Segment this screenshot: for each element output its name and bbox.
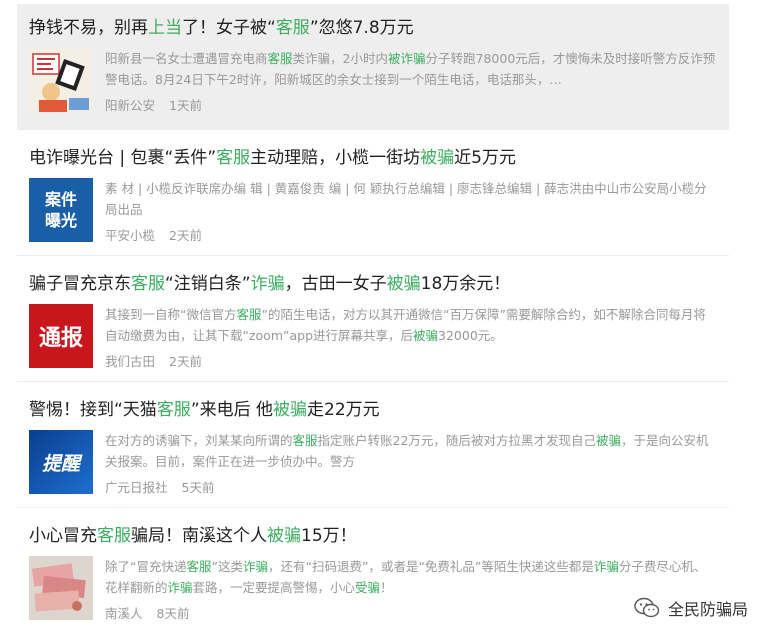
keyword-highlight: 客服: [216, 148, 251, 168]
article-time: 1天前: [169, 98, 202, 113]
keyword-highlight: 被骗: [413, 328, 439, 343]
article-title[interactable]: 挣钱不易，别再上当了！女子被“客服”忽悠7.8万元: [29, 16, 717, 40]
text-segment: 了！女子被“: [182, 18, 276, 38]
text-segment: 类诈骗，2小时内: [292, 51, 388, 66]
article-source[interactable]: 广元日报社: [105, 480, 168, 495]
keyword-highlight: 诈骗: [167, 580, 193, 595]
article-item[interactable]: 挣钱不易，别再上当了！女子被“客服”忽悠7.8万元 阳新县一名女士遭遇冒充电商客…: [17, 4, 729, 130]
article-title[interactable]: 电诈曝光台 | 包裹“丢件”客服主动理赔，小榄一街坊被骗近5万元: [29, 146, 717, 170]
article-source[interactable]: 我们古田: [105, 354, 155, 369]
article-item[interactable]: 小心冒充客服骗局！南溪这个人被骗15万！ 除了“冒充快递客服”这类诈骗，还有“扫…: [17, 508, 729, 632]
article-title[interactable]: 警惕！接到“天猫客服”来电后 他被骗走22万元: [29, 398, 717, 422]
article-summary: 其接到一自称“微信官方客服”的陌生电话，对方以其开通微信“百万保障”需要解除合约…: [105, 304, 717, 346]
thumbnail-text: 提醒: [41, 452, 80, 475]
text-segment: 32000元。: [438, 328, 503, 343]
text-segment: 除了“冒充快递: [105, 559, 187, 574]
article-summary: 素 材 | 小榄反诈联席办编 辑 | 黄嘉俊责 编 | 何 颖执行总编辑 | 廖…: [105, 178, 717, 220]
article-thumbnail[interactable]: [29, 556, 93, 620]
text-segment: ，古田一女子: [284, 274, 387, 294]
text-segment: ”忽悠7.8万元: [309, 18, 414, 38]
article-summary: 在对方的诱骗下，刘某某向所谓的客服指定账户转账22万元，随后被对方拉黑才发现自己…: [105, 430, 717, 472]
article-source[interactable]: 平安小榄: [105, 228, 155, 243]
text-segment: 骗局！南溪这个人: [131, 526, 267, 546]
keyword-highlight: 客服: [275, 18, 310, 38]
article-thumbnail[interactable]: 通报: [29, 304, 93, 368]
article-source[interactable]: 南溪人: [105, 606, 143, 621]
keyword-highlight: 诈骗: [242, 559, 268, 574]
text-segment: ”来电后 他: [190, 400, 274, 420]
keyword-highlight: 被骗: [267, 526, 301, 546]
keyword-highlight: 客服: [236, 307, 262, 322]
text-segment: ，还有“扫码退费”，或者是“免费礼品”等陌生快递这些都是: [268, 559, 594, 574]
article-source[interactable]: 阳新公安: [105, 98, 155, 113]
keyword-highlight: 被骗: [420, 148, 455, 168]
text-segment: ！: [380, 580, 393, 595]
text-segment: 走22万元: [307, 400, 380, 420]
keyword-highlight: 诈骗: [250, 274, 285, 294]
article-title[interactable]: 小心冒充客服骗局！南溪这个人被骗15万！: [29, 524, 717, 548]
article-item[interactable]: 电诈曝光台 | 包裹“丢件”客服主动理赔，小榄一街坊被骗近5万元 案件 曝光 素…: [17, 130, 729, 256]
text-segment: 警惕！接到“天猫: [29, 400, 157, 420]
keyword-highlight: 客服: [131, 274, 165, 294]
keyword-highlight: 客服: [156, 400, 191, 420]
thumbnail-text: 案件 曝光: [44, 190, 77, 230]
wechat-icon: [634, 597, 660, 618]
text-segment: 小心冒充: [29, 526, 97, 546]
article-item[interactable]: 警惕！接到“天猫客服”来电后 他被骗走22万元 提醒 在对方的诱骗下，刘某某向所…: [17, 382, 729, 508]
text-segment: 主动理赔，小榄一街坊: [250, 148, 421, 168]
text-segment: 挣钱不易，别再: [29, 18, 148, 38]
text-segment: 其接到一自称“微信官方: [105, 307, 237, 322]
text-segment: 近5万元: [454, 148, 516, 168]
article-time: 5天前: [181, 480, 215, 495]
article-meta: 阳新公安 1天前: [105, 97, 717, 115]
search-results-list: 挣钱不易，别再上当了！女子被“客服”忽悠7.8万元 阳新县一名女士遭遇冒充电商客…: [17, 4, 729, 632]
article-time: 2天前: [169, 228, 202, 243]
article-meta: 我们古田 2天前: [105, 353, 717, 371]
article-thumbnail[interactable]: [29, 48, 93, 112]
text-segment: 骗子冒充京东: [29, 274, 131, 294]
keyword-highlight: 被骗: [595, 433, 621, 448]
keyword-highlight: 被诈骗: [388, 51, 426, 66]
keyword-highlight: 客服: [292, 433, 318, 448]
article-thumbnail[interactable]: 案件 曝光: [29, 178, 93, 242]
article-time: 2天前: [169, 354, 202, 369]
text-segment: 套路，一定要提高警惕，小心: [192, 580, 356, 595]
article-thumbnail[interactable]: 提醒: [29, 430, 93, 494]
article-time: 8天前: [156, 606, 190, 621]
keyword-highlight: 客服: [97, 526, 131, 546]
text-segment: 在对方的诱骗下，刘某某向所谓的: [105, 433, 293, 448]
thumbnail-text: 通报: [38, 326, 83, 351]
text-segment: 15万！: [301, 526, 357, 546]
keyword-highlight: 客服: [267, 51, 293, 66]
watermark: 全民防骗局: [634, 596, 748, 620]
text-segment: 阳新县一名女士遭遇冒充电商: [105, 51, 268, 66]
text-segment: “注销白条”: [165, 274, 251, 294]
keyword-highlight: 客服: [186, 559, 212, 574]
text-segment: 指定账户转账22万元，随后被对方拉黑才发现自己: [317, 433, 596, 448]
article-meta: 南溪人 8天前: [105, 605, 717, 623]
text-segment: 18万余元！: [420, 274, 511, 294]
article-title[interactable]: 骗子冒充京东客服“注销白条”诈骗，古田一女子被骗18万余元！: [29, 272, 717, 296]
keyword-highlight: 上当: [148, 18, 182, 38]
text-segment: 素 材 | 小榄反诈联席办编 辑 | 黄嘉俊责 编 | 何 颖执行总编辑 | 廖…: [105, 181, 707, 217]
keyword-highlight: 诈骗: [593, 559, 619, 574]
keyword-highlight: 被骗: [386, 274, 421, 294]
article-summary: 阳新县一名女士遭遇冒充电商客服类诈骗，2小时内被诈骗分子转跑78000元后，才懊…: [105, 48, 717, 90]
text-segment: ”这类: [211, 559, 243, 574]
watermark-text: 全民防骗局: [667, 600, 748, 619]
article-meta: 广元日报社 5天前: [105, 479, 717, 497]
text-segment: 电诈曝光台 | 包裹“丢件”: [29, 148, 217, 168]
keyword-highlight: 受骗: [355, 580, 381, 595]
keyword-highlight: 被骗: [273, 400, 308, 420]
article-meta: 平安小榄 2天前: [105, 227, 717, 245]
article-summary: 除了“冒充快递客服”这类诈骗，还有“扫码退费”，或者是“免费礼品”等陌生快递这些…: [105, 556, 717, 598]
article-item[interactable]: 骗子冒充京东客服“注销白条”诈骗，古田一女子被骗18万余元！ 通报 其接到一自称…: [17, 256, 729, 382]
